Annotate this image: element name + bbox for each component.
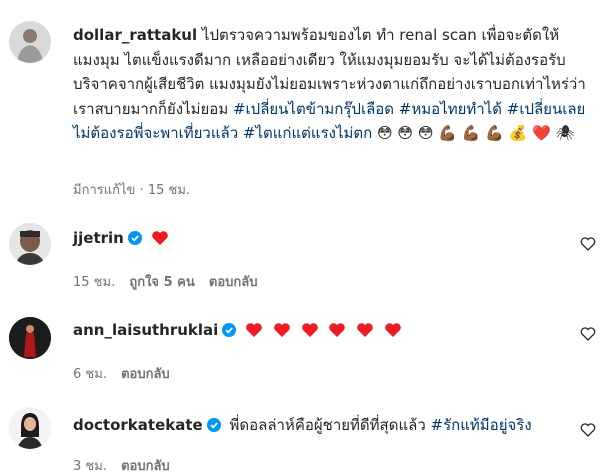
verified-badge-icon: [127, 231, 142, 245]
like-comment-heart-icon[interactable]: [580, 326, 596, 342]
comment-jjetrin: jjetrin: [73, 229, 169, 247]
heart-emoji-icon: [151, 231, 168, 245]
verified-badge-icon: [222, 323, 237, 337]
hashtag-link[interactable]: #ไตแก่แต่แรงไม่ตก: [243, 124, 372, 142]
comment-meta: 15 ชม. ถูกใจ 5 คน ตอบกลับ: [73, 271, 257, 292]
post-caption: dollar_rattakul ไปตรวจความพร้อมของไต ทำ …: [73, 23, 593, 146]
comment-meta: 6 ชม. ตอบกลับ: [73, 363, 170, 384]
post-meta: มีการแก้ไข · 15 ชม.: [73, 179, 190, 200]
heart-emoji-icon: [274, 323, 290, 337]
hashtag-link[interactable]: #หมอไทยทำได้: [399, 100, 502, 118]
comment-username[interactable]: jjetrin: [73, 229, 124, 247]
heart-emoji-icon: [329, 323, 346, 337]
avatar-ann-laisuthruklai[interactable]: [9, 317, 51, 359]
comment-username[interactable]: ann_laisuthruklai: [73, 321, 218, 339]
comment-hearts: [245, 321, 402, 339]
meta-separator: ·: [139, 183, 144, 198]
edited-label: มีการแก้ไข: [73, 183, 136, 198]
post-time: 15 ชม.: [147, 183, 191, 198]
comment-time: 3 ชม.: [73, 459, 107, 474]
verified-badge-icon: [206, 418, 221, 432]
like-comment-heart-icon[interactable]: [580, 236, 596, 252]
post-username[interactable]: dollar_rattakul: [73, 26, 197, 44]
heart-emoji-icon: [357, 323, 374, 337]
reply-button[interactable]: ตอบกลับ: [209, 275, 258, 290]
comment-username[interactable]: doctorkatekate: [73, 416, 203, 434]
heart-emoji-icon: [246, 323, 262, 337]
comment-doctorkatekate: doctorkatekate พี่ดอลล่าห์คือผู้ชายที่ดี…: [73, 413, 532, 437]
comment-time: 15 ชม.: [73, 275, 116, 290]
comment-likes-link[interactable]: ถูกใจ 5 คน: [129, 275, 194, 290]
heart-emoji-icon: [385, 323, 401, 337]
avatar-dollar-rattakul[interactable]: [9, 21, 51, 63]
heart-emoji-icon: [301, 323, 318, 337]
reply-button[interactable]: ตอบกลับ: [121, 367, 170, 382]
like-comment-heart-icon[interactable]: [580, 422, 596, 438]
hashtag-link[interactable]: #รักแท้มีอยู่จริง: [431, 416, 532, 434]
hashtag-link[interactable]: #เปลี่ยนไตข้ามกรุ๊ปเลือด: [233, 100, 394, 118]
comment-hearts: [151, 229, 169, 247]
avatar-jjetrin[interactable]: [9, 223, 51, 265]
comment-meta: 3 ชม. ตอบกลับ: [73, 455, 170, 476]
comment-time: 6 ชม.: [73, 367, 107, 382]
post-emojis: 😳 😳 😳 💪🏾 💪🏾 💪🏾 💰 ❤️ 🕷: [377, 124, 575, 143]
comment-ann-laisuthruklai: ann_laisuthruklai: [73, 321, 402, 339]
comment-text: พี่ดอลล่าห์คือผู้ชายที่ดีที่สุดแล้ว: [229, 416, 426, 434]
avatar-doctorkatekate[interactable]: [9, 407, 51, 449]
reply-button[interactable]: ตอบกลับ: [121, 459, 170, 474]
